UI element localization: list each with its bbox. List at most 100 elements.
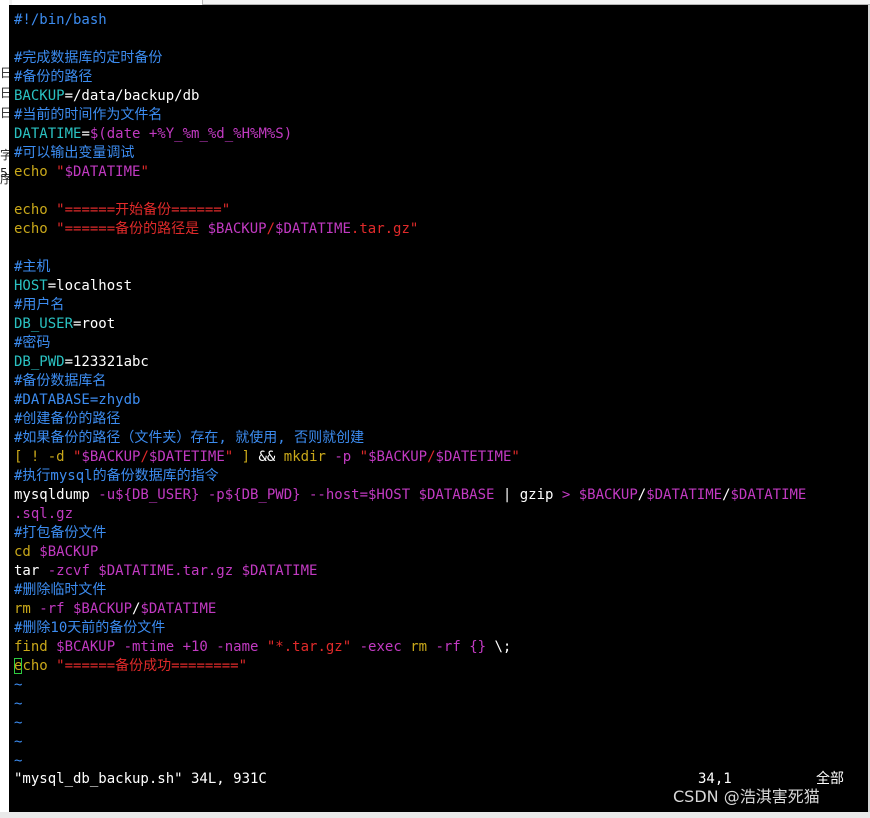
code-line[interactable]: mysqldump -u${DB_USER} -p${DB_PWD} --hos… [14, 486, 806, 505]
code-token: tar [14, 563, 40, 579]
code-token: -u${DB_USER} -p${DB_PWD} --host=$HOST $D… [89, 487, 495, 503]
code-token: ] [233, 449, 251, 465]
code-token: #打包备份文件 [14, 525, 107, 541]
code-line[interactable]: #DATABASE=zhydb [14, 391, 140, 410]
code-line[interactable]: #创建备份的路径 [14, 410, 120, 429]
code-token: =root [73, 316, 116, 332]
code-token: "======备份的路径是 [56, 221, 208, 237]
code-token: "*.tar.gz" [266, 639, 352, 655]
code-line[interactable]: echo "======备份的路径是 $BACKUP/$DATATIME.tar… [14, 220, 418, 239]
code-line[interactable]: #!/bin/bash [14, 11, 107, 30]
code-line[interactable]: #备份的路径 [14, 68, 92, 87]
code-token: [ ! -d [14, 449, 74, 465]
code-line[interactable]: echo "======备份成功========" [14, 657, 247, 676]
code-line[interactable]: #删除10天前的备份文件 [14, 619, 165, 638]
code-line[interactable]: ~ [14, 695, 22, 714]
code-token: =localhost [47, 278, 133, 294]
code-line[interactable]: rm -rf $BACKUP/$DATATIME [14, 600, 216, 619]
code-line[interactable]: tar -zcvf $DATATIME.tar.gz $DATATIME [14, 562, 317, 581]
code-line[interactable]: [ ! -d "$BACKUP/$DATETIME" ] && mkdir -p… [14, 448, 520, 467]
code-token: $DATATIME [140, 601, 217, 617]
code-token: #用户名 [14, 297, 65, 313]
code-token: ~ [14, 696, 23, 712]
code-token: / [722, 487, 731, 503]
code-line[interactable]: echo "======开始备份======" [14, 201, 230, 220]
code-line[interactable]: DB_PWD=123321abc [14, 353, 149, 372]
code-token: ~ [14, 677, 23, 693]
background-text-fragment: 日 [0, 86, 9, 100]
code-line[interactable]: #当前的时间作为文件名 [14, 106, 162, 125]
code-token: {} [469, 639, 487, 655]
code-token: $DATETIME [435, 449, 512, 465]
code-token: echo [14, 202, 48, 218]
vim-editor[interactable]: #!/bin/bash #完成数据库的定时备份 #备份的路径 BACKUP=/data… [9, 5, 868, 812]
code-line[interactable]: #如果备份的路径（文件夹）存在, 就使用, 否则就创建 [14, 429, 364, 448]
background-text-fragment: 序 [0, 172, 9, 186]
code-line[interactable]: ~ [14, 752, 22, 771]
code-line[interactable]: cd $BACKUP [14, 543, 98, 562]
code-line[interactable]: #用户名 [14, 296, 64, 315]
code-line[interactable]: #完成数据库的定时备份 [14, 49, 162, 68]
code-token: mysqldump [14, 487, 90, 503]
code-token: ~ [14, 753, 23, 769]
code-line[interactable]: ~ [14, 676, 22, 695]
code-token: #备份数据库名 [14, 373, 107, 389]
code-token: #可以输出变量调试 [14, 145, 135, 161]
code-token: #如果备份的路径（文件夹）存在, 就使用, 否则就创建 [14, 430, 365, 446]
code-token: \; [486, 639, 512, 655]
code-token: / [140, 449, 149, 465]
code-line[interactable]: DATATIME=$(date +%Y_%m_%d_%H%M%S) [14, 125, 292, 144]
code-line[interactable]: ~ [14, 733, 22, 752]
code-token: -exec [351, 639, 411, 655]
code-token: .sql.gz [14, 506, 74, 522]
code-token: $DATATIME [730, 487, 807, 503]
code-token: / [427, 449, 436, 465]
code-line[interactable]: #主机 [14, 258, 50, 277]
background-window-strip: 日 日 日 字 5 序 [0, 0, 9, 818]
code-line[interactable]: #密码 [14, 334, 50, 353]
code-line[interactable]: #备份数据库名 [14, 372, 106, 391]
code-token: $BACKUP [578, 487, 638, 503]
code-token: =/data/backup/db [64, 88, 200, 104]
code-token: -p [325, 449, 360, 465]
code-token: " [359, 449, 369, 465]
code-token: #!/bin/bash [14, 12, 107, 28]
code-token: "======开始备份======" [56, 202, 231, 218]
code-token: cd [14, 544, 31, 560]
code-token: gzip [519, 487, 554, 503]
code-token: $BACKUP [81, 449, 141, 465]
code-line[interactable]: .sql.gz [14, 505, 73, 524]
code-line[interactable]: #删除临时文件 [14, 581, 106, 600]
code-token: #主机 [14, 259, 51, 275]
code-token: BACKUP [14, 88, 65, 104]
code-token: = [81, 126, 90, 142]
code-token: find [14, 639, 48, 655]
code-token: " [224, 449, 234, 465]
code-line[interactable]: BACKUP=/data/backup/db [14, 87, 199, 106]
code-token: " [511, 449, 520, 465]
code-token: #当前的时间作为文件名 [14, 107, 163, 123]
background-text-fragment: 字 [0, 148, 9, 162]
code-line[interactable]: HOST=localhost [14, 277, 132, 296]
code-line[interactable]: #执行mysql的备份数据库的指令 [14, 467, 219, 486]
code-token: DB_USER [14, 316, 74, 332]
code-token: #DATABASE=zhydb [14, 392, 141, 408]
code-token: -rf [427, 639, 470, 655]
code-token: =123321abc [64, 354, 149, 370]
code-token: $DATATIME [64, 164, 141, 180]
code-line[interactable]: DB_USER=root [14, 315, 115, 334]
code-line[interactable]: echo "$DATATIME" [14, 163, 149, 182]
code-token: DB_PWD [14, 354, 65, 370]
code-token: #完成数据库的定时备份 [14, 50, 163, 66]
code-line[interactable]: ~ [14, 714, 22, 733]
code-line[interactable]: find $BCAKUP -mtime +10 -name "*.tar.gz"… [14, 638, 511, 657]
code-token: cho [22, 658, 48, 674]
code-line[interactable]: #打包备份文件 [14, 524, 106, 543]
code-token: " [56, 164, 65, 180]
code-token: $BACKUP [368, 449, 428, 465]
code-token: $DATETIME [148, 449, 225, 465]
code-line[interactable]: #可以输出变量调试 [14, 144, 134, 163]
